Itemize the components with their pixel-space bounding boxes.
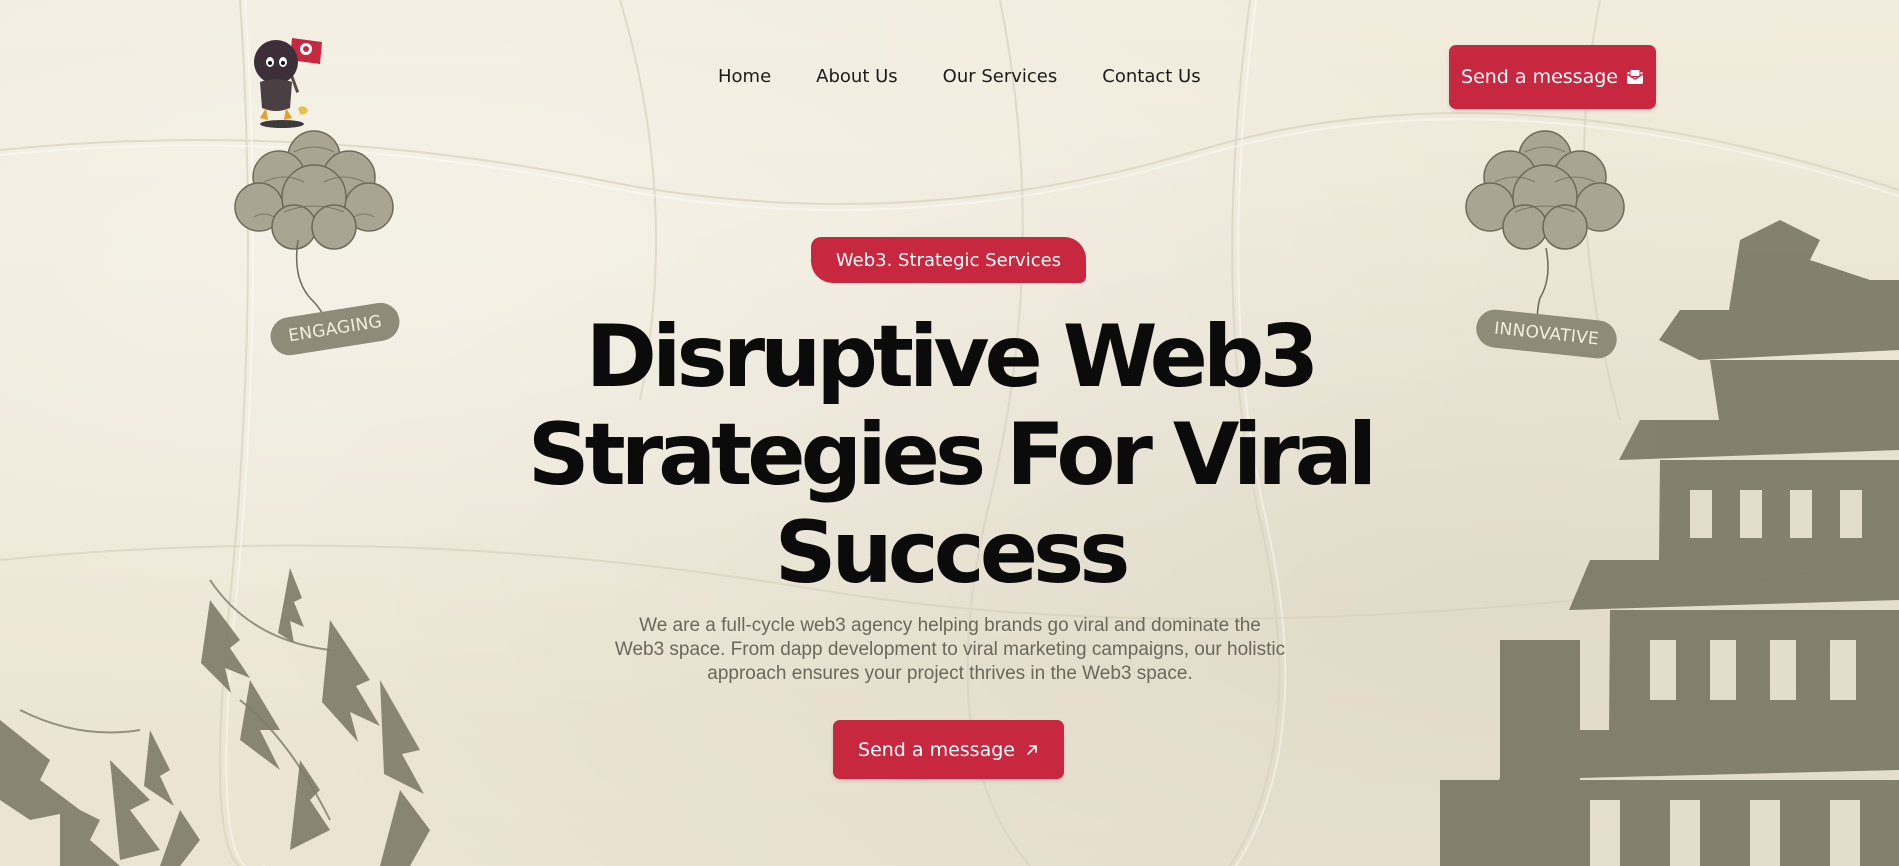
main-nav: Home About Us Our Services Contact Us <box>718 60 1201 94</box>
hero-title: Disruptive Web3 Strategies For Viral Suc… <box>527 307 1378 603</box>
tag-innovative: INNOVATIVE <box>1474 307 1619 361</box>
nav-link-home[interactable]: Home <box>718 60 771 94</box>
ninja-mascot-icon <box>254 38 322 128</box>
tag-engaging: ENGAGING <box>267 300 403 358</box>
arrow-up-right-icon <box>1027 744 1037 755</box>
header-send-message-button[interactable]: Send a message <box>1449 45 1656 109</box>
hero-send-message-label: Send a message <box>858 738 1015 761</box>
header-send-message-label: Send a message <box>1461 66 1618 88</box>
nav-link-contact-us[interactable]: Contact Us <box>1102 60 1200 94</box>
landing-page: ENGAGING INNOVATIVE Home About Us Our Se… <box>0 0 1899 866</box>
nav-link-our-services[interactable]: Our Services <box>943 60 1058 94</box>
envelope-icon <box>1626 69 1644 84</box>
nav-link-about-us[interactable]: About Us <box>816 60 898 94</box>
hero-description: We are a full-cycle web3 agency helping … <box>614 615 1286 684</box>
hero-badge: Web3. Strategic Services <box>811 237 1086 283</box>
cloud-right-illustration <box>1465 130 1625 250</box>
cloud-left-illustration <box>234 130 394 250</box>
mountain-sketch-illustration <box>0 568 430 866</box>
hero-send-message-button[interactable]: Send a message <box>833 720 1064 779</box>
